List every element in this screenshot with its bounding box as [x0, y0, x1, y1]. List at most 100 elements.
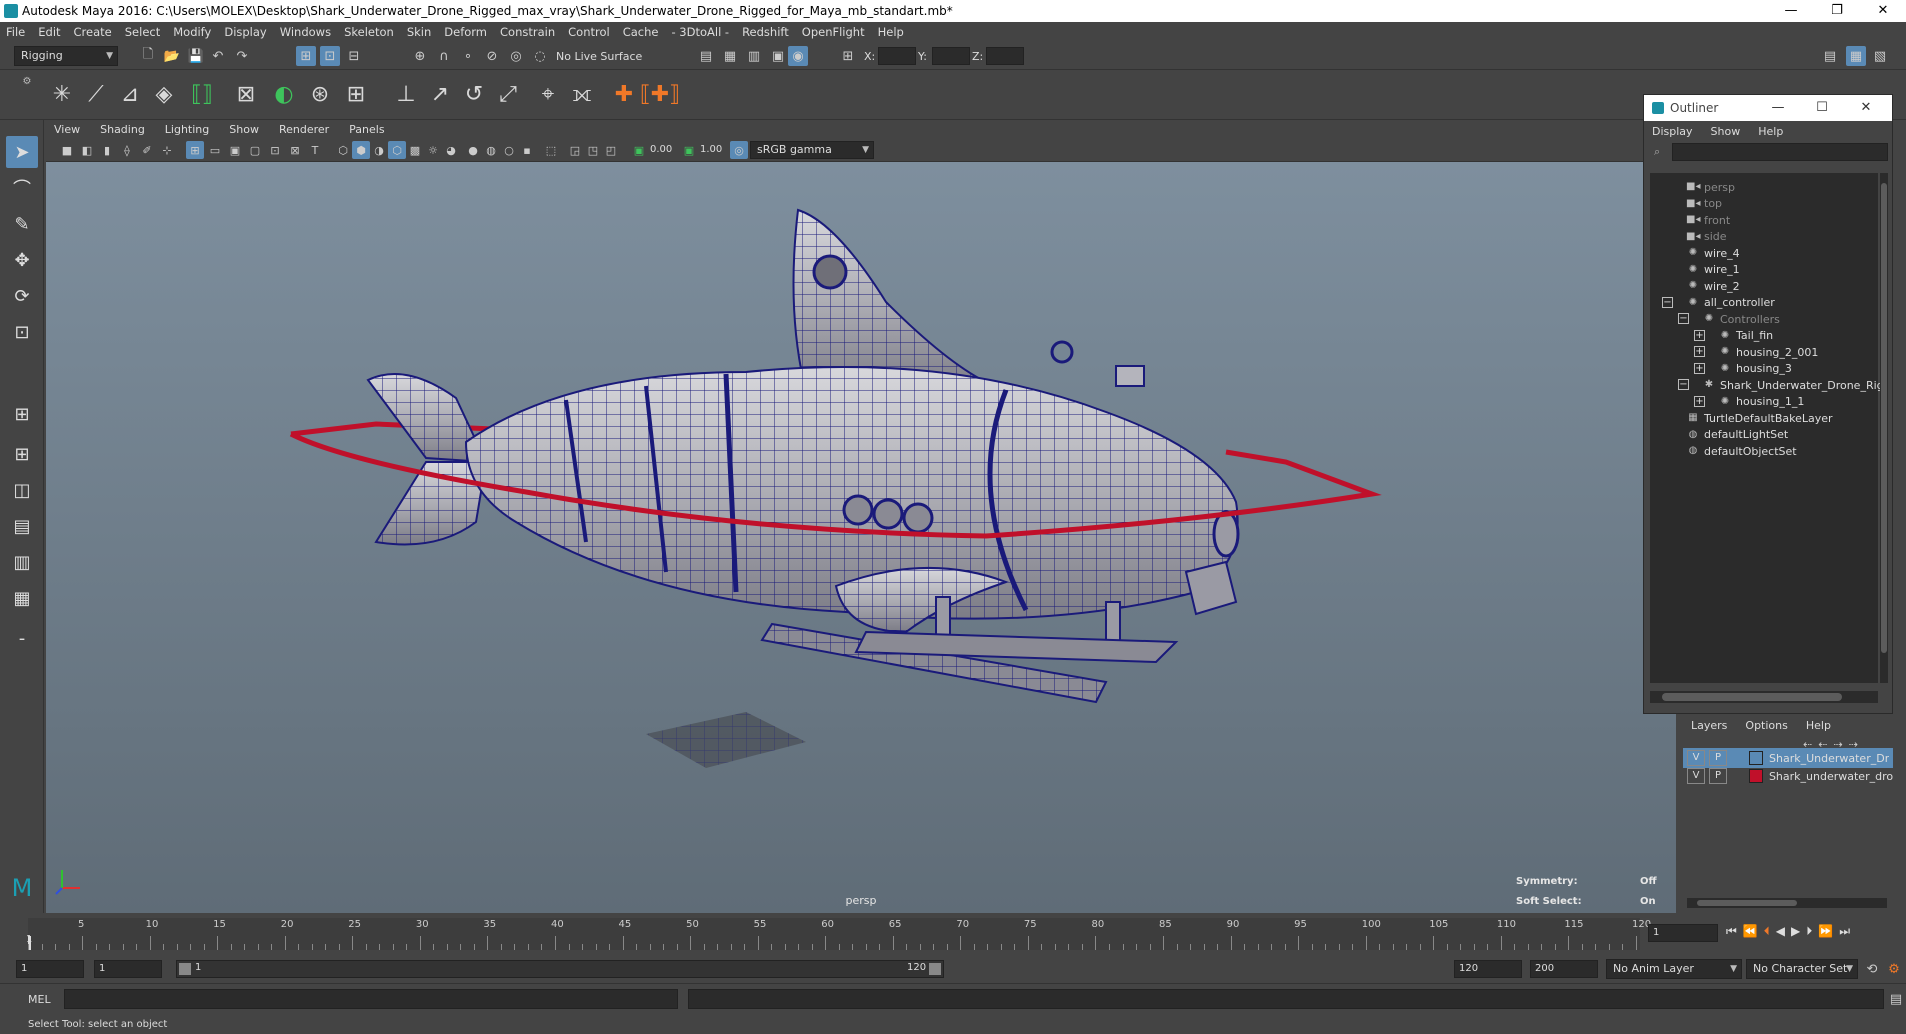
- outliner-close-button[interactable]: ✕: [1844, 95, 1888, 121]
- outliner-hscroll-thumb[interactable]: [1662, 693, 1842, 701]
- channel-box-icon[interactable]: ▦: [1846, 46, 1866, 66]
- make-live-icon[interactable]: ◌: [530, 46, 550, 66]
- scene-start-field[interactable]: 1: [16, 960, 84, 978]
- select-camera-icon[interactable]: ■: [58, 141, 76, 159]
- motion-blur-icon[interactable]: ◍: [482, 141, 500, 159]
- layer-name[interactable]: Shark_Underwater_Dr: [1769, 752, 1889, 765]
- graph-layout-icon[interactable]: ▥: [6, 546, 38, 578]
- outliner-titlebar[interactable]: Outliner — ☐ ✕: [1644, 95, 1892, 121]
- panel-menu-lighting[interactable]: Lighting: [165, 123, 209, 136]
- outliner-menu-show[interactable]: Show: [1711, 125, 1741, 138]
- select-by-component-icon[interactable]: ⊟: [344, 46, 364, 66]
- parent-constraint-icon[interactable]: ⌖: [532, 78, 564, 110]
- outliner-menu-help[interactable]: Help: [1758, 125, 1783, 138]
- camera-attributes-icon[interactable]: ◧: [78, 141, 96, 159]
- script-mode-label[interactable]: MEL: [28, 993, 51, 1006]
- go-to-start-icon[interactable]: ⏮: [1726, 924, 1737, 939]
- four-pane-layout-icon[interactable]: ⊞: [6, 438, 38, 470]
- close-button[interactable]: ✕: [1860, 0, 1906, 22]
- save-scene-icon[interactable]: 💾: [186, 46, 206, 66]
- layer-hscroll-thumb[interactable]: [1697, 900, 1797, 906]
- panel-menu-panels[interactable]: Panels: [349, 123, 384, 136]
- attribute-editor-icon[interactable]: ▧: [1870, 46, 1890, 66]
- shark-hull[interactable]: [464, 340, 1240, 620]
- resolution-gate-icon[interactable]: ▣: [226, 141, 244, 159]
- grease-pencil-icon[interactable]: ✐: [138, 141, 156, 159]
- xray-components-icon[interactable]: ◰: [602, 141, 620, 159]
- menu-display[interactable]: Display: [224, 25, 266, 39]
- sidebar-toggle-icon[interactable]: ▤: [1820, 46, 1840, 66]
- undo-icon[interactable]: ↶: [208, 46, 228, 66]
- exposure-icon[interactable]: ▣: [630, 141, 648, 159]
- shelf-options-icon[interactable]: ⚙: [20, 76, 34, 114]
- snap-curve-icon[interactable]: ∩: [434, 46, 454, 66]
- exposure-value[interactable]: 0.00: [650, 144, 672, 155]
- orient-constraint-icon[interactable]: ↺: [458, 78, 490, 110]
- expand-toggle-icon[interactable]: +: [1694, 346, 1705, 357]
- default-material-icon[interactable]: ◑: [370, 141, 388, 159]
- menu-windows[interactable]: Windows: [280, 25, 331, 39]
- pole-vector-icon[interactable]: ⟗: [566, 78, 598, 110]
- smooth-shade-icon[interactable]: ⬢: [352, 141, 370, 159]
- outliner-item[interactable]: ◍ defaultObjectSet: [1686, 441, 1797, 461]
- display-layer-row[interactable]: V P Shark_underwater_dro: [1683, 766, 1893, 786]
- step-back-key-icon[interactable]: ⏴: [1764, 924, 1770, 939]
- point-constraint-icon[interactable]: ⊥: [390, 78, 422, 110]
- select-by-object-icon[interactable]: ⊡: [320, 46, 340, 66]
- hypershade-icon[interactable]: ◉: [788, 46, 808, 66]
- playback-start-field[interactable]: 1: [94, 960, 162, 978]
- expand-toggle-icon[interactable]: −: [1678, 379, 1689, 390]
- distance-tool-icon[interactable]: ⟦✚⟧: [640, 78, 680, 110]
- menu-cache[interactable]: Cache: [623, 25, 659, 39]
- safe-action-icon[interactable]: ⊠: [286, 141, 304, 159]
- menu-control[interactable]: Control: [568, 25, 610, 39]
- menu-help[interactable]: Help: [878, 25, 904, 39]
- field-chart-icon[interactable]: ⊡: [266, 141, 284, 159]
- layer-hscrollbar[interactable]: [1687, 898, 1887, 908]
- wireframe-icon[interactable]: ⬡: [334, 141, 352, 159]
- snap-point-icon[interactable]: ∘: [458, 46, 478, 66]
- shadows-icon[interactable]: ◕: [442, 141, 460, 159]
- panel-menu-show[interactable]: Show: [229, 123, 259, 136]
- menu-constrain[interactable]: Constrain: [500, 25, 555, 39]
- outliner-vscrollbar[interactable]: [1880, 173, 1888, 683]
- smooth-bind-icon[interactable]: ⟦⟧: [186, 78, 218, 110]
- scene-end-field[interactable]: 200: [1530, 960, 1598, 978]
- grid-toggle-icon[interactable]: ⊞: [186, 141, 204, 159]
- display-layer-row[interactable]: V P Shark_Underwater_Dr: [1683, 748, 1893, 768]
- snap-surface-icon[interactable]: ◎: [506, 46, 526, 66]
- playback-toggle[interactable]: P: [1709, 750, 1727, 766]
- open-scene-icon[interactable]: 📂: [162, 46, 182, 66]
- lasso-tool-icon[interactable]: ⌒: [6, 172, 38, 204]
- side-by-side-layout-icon[interactable]: ◫: [6, 474, 38, 506]
- persp-viewport[interactable]: persp Symmetry: Off Soft Select: On: [46, 162, 1676, 913]
- expand-toggle-icon[interactable]: +: [1694, 329, 1705, 341]
- layer-menu-layers[interactable]: Layers: [1691, 719, 1727, 732]
- outliner-menu-display[interactable]: Display: [1652, 125, 1693, 138]
- menu-skin[interactable]: Skin: [407, 25, 431, 39]
- render-settings-icon[interactable]: ▣: [768, 46, 788, 66]
- expand-toggle-icon[interactable]: −: [1678, 313, 1689, 324]
- ik-handle-icon[interactable]: ⟋: [80, 78, 112, 110]
- layer-menu-help[interactable]: Help: [1806, 719, 1831, 732]
- z-field[interactable]: [986, 47, 1024, 65]
- expand-toggle-icon[interactable]: +: [1694, 362, 1705, 374]
- visibility-toggle[interactable]: V: [1687, 768, 1705, 784]
- menu-file[interactable]: File: [6, 25, 25, 39]
- filter-icon[interactable]: ⌕: [1654, 145, 1660, 159]
- ik-spline-icon[interactable]: ⊿: [114, 78, 146, 110]
- menu-modify[interactable]: Modify: [173, 25, 211, 39]
- panel-menu-view[interactable]: View: [54, 123, 80, 136]
- ipr-render-icon[interactable]: ▥: [744, 46, 764, 66]
- layer-color-swatch[interactable]: [1748, 769, 1763, 783]
- outliner-maximize-button[interactable]: ☐: [1800, 95, 1844, 121]
- colorspace-dropdown[interactable]: sRGB gamma ▼: [750, 141, 874, 159]
- character-set-dropdown[interactable]: No Character Set ▼: [1746, 959, 1858, 979]
- menu-edit[interactable]: Edit: [38, 25, 60, 39]
- paint-select-tool-icon[interactable]: ✎: [6, 208, 38, 240]
- move-tool-icon[interactable]: ✥: [6, 244, 38, 276]
- command-input[interactable]: [64, 989, 678, 1009]
- script-editor-icon[interactable]: ▤: [1886, 989, 1906, 1009]
- current-frame-field[interactable]: 1: [1648, 924, 1718, 942]
- minimize-button[interactable]: —: [1768, 0, 1814, 22]
